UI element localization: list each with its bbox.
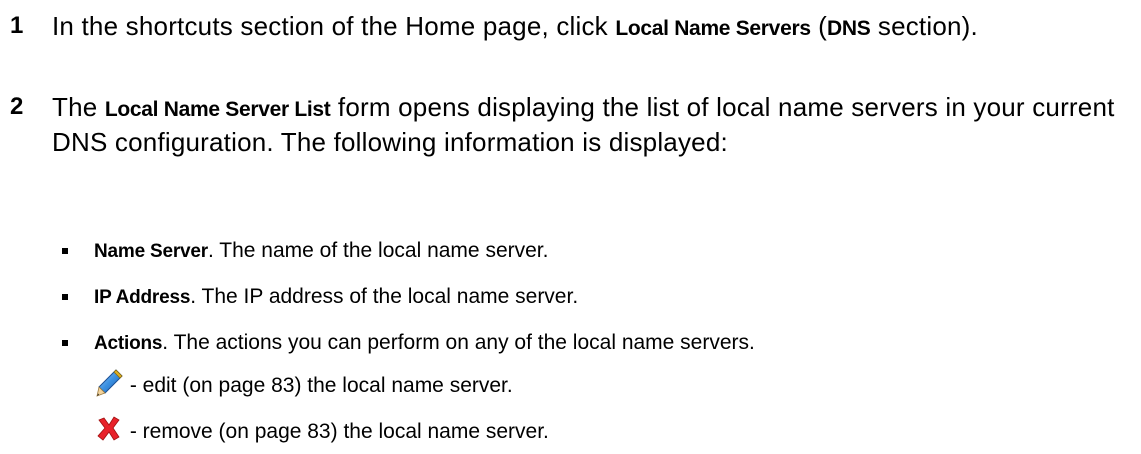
bullet-text: Name Server. The name of the local name …: [94, 237, 548, 266]
step-text-part: (: [810, 11, 827, 41]
field-term: IP Address: [94, 287, 191, 308]
bullet-marker: [62, 340, 68, 346]
step-text-part: The: [52, 92, 105, 122]
step-number: 1: [10, 12, 24, 39]
field-term: Actions: [94, 333, 163, 354]
bullet-text: Actions. The actions you can perform on …: [94, 329, 755, 358]
bullet-description: . The IP address of the local name serve…: [190, 285, 579, 308]
bullet-description: . The name of the local name server.: [208, 239, 549, 262]
step-text: In the shortcuts section of the Home pag…: [52, 10, 1137, 45]
bullet-marker: [62, 248, 68, 254]
bullet-text: IP Address. The IP address of the local …: [94, 283, 578, 312]
action-description: - remove (on page 83) the local name ser…: [124, 420, 549, 443]
action-item-remove: - remove (on page 83) the local name ser…: [94, 414, 549, 447]
ui-term: DNS: [827, 17, 871, 40]
red-x-icon: [97, 416, 120, 441]
field-term: Name Server: [94, 241, 208, 262]
action-item-edit: - edit (on page 83) the local name serve…: [94, 368, 513, 401]
bullet-description: . The actions you can perform on any of …: [162, 331, 755, 354]
pencil-icon: [96, 369, 123, 397]
ui-term: Local Name Servers: [615, 17, 811, 40]
ui-term: Local Name Server List: [104, 98, 331, 121]
step-number: 2: [10, 93, 24, 120]
step-text-part: In the shortcuts section of the Home pag…: [52, 11, 616, 41]
action-description: - edit (on page 83) the local name serve…: [124, 374, 513, 397]
bullet-marker: [62, 294, 68, 300]
step-text: The Local Name Server List form opens di…: [52, 91, 1137, 159]
step-text-part: section).: [870, 11, 978, 41]
